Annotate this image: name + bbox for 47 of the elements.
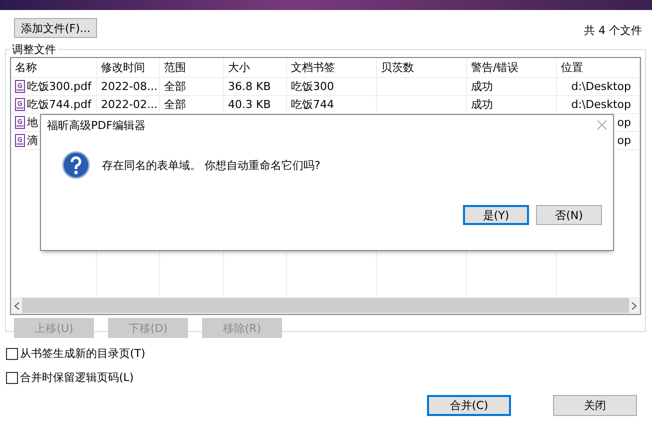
table-cell: op xyxy=(617,134,631,147)
file-count: 共 4 个文件 xyxy=(584,23,642,38)
column-header[interactable]: 大小 xyxy=(228,60,250,75)
dialog-button[interactable]: 合并(C) xyxy=(427,395,511,416)
pdf-file-icon xyxy=(15,134,25,147)
checkbox-label[interactable]: 从书签生成新的目录页(T) xyxy=(20,346,146,361)
table-cell: 吃饭744 xyxy=(291,97,334,112)
checkbox[interactable] xyxy=(6,372,18,384)
pdf-file-icon xyxy=(15,80,25,93)
table-cell: 2022-08... xyxy=(101,80,158,93)
table-cell: 吃饭300 xyxy=(291,79,334,94)
horizontal-scrollbar[interactable] xyxy=(11,297,640,314)
pdf-file-icon xyxy=(15,98,25,111)
question-icon xyxy=(62,151,90,179)
dialog-button[interactable]: 关闭 xyxy=(553,395,637,416)
dialog-message: 存在同名的表单域。 你想自动重命名它们吗? xyxy=(102,158,320,172)
table-cell: 全部 xyxy=(164,79,186,94)
column-header[interactable]: 修改时间 xyxy=(101,60,145,75)
table-cell: op xyxy=(617,116,631,129)
table-cell: 40.3 KB xyxy=(228,98,271,111)
dialog-button[interactable]: 否(N) xyxy=(536,205,602,225)
add-file-button[interactable]: 添加文件(F)... xyxy=(14,18,98,38)
table-cell: 地 xyxy=(27,115,38,130)
dialog-title: 福昕高级PDF编辑器 xyxy=(47,118,146,132)
pdf-file-icon xyxy=(15,116,25,129)
column-header[interactable]: 位置 xyxy=(561,60,583,75)
table-cell: d:\Desktop xyxy=(571,98,631,111)
column-header[interactable]: 贝茨数 xyxy=(381,60,414,75)
column-header[interactable]: 文档书签 xyxy=(291,60,335,75)
table-cell: 吃饭744.pdf xyxy=(27,97,92,112)
table-cell: d:\Desktop xyxy=(571,80,631,93)
table-cell: 吃饭300.pdf xyxy=(27,79,92,94)
scroll-left-icon[interactable] xyxy=(14,302,20,310)
table-cell: 全部 xyxy=(164,97,186,112)
checkbox[interactable] xyxy=(6,348,18,360)
table-cell: 2022-02... xyxy=(101,98,158,111)
scroll-right-icon[interactable] xyxy=(631,302,637,310)
group-title: 调整文件 xyxy=(11,42,57,57)
table-cell: 成功 xyxy=(471,79,493,94)
checkbox-label[interactable]: 合并时保留逻辑页码(L) xyxy=(20,370,134,385)
column-header[interactable]: 警告/错误 xyxy=(471,60,519,75)
table-cell: 36.8 KB xyxy=(228,80,271,93)
column-header[interactable]: 名称 xyxy=(15,60,37,75)
table-cell: 成功 xyxy=(471,97,493,112)
table-cell: 滴 xyxy=(27,133,38,148)
column-header[interactable]: 范围 xyxy=(164,60,186,75)
dialog-button[interactable]: 是(Y) xyxy=(463,205,529,225)
